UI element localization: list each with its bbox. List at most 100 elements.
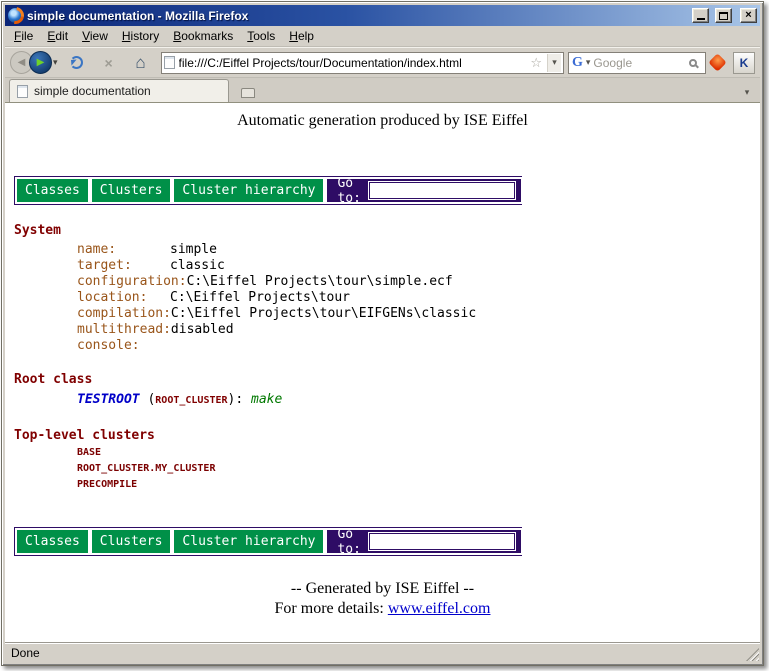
addon-icon-k[interactable]: K <box>733 52 755 74</box>
forward-button[interactable]: ▶ <box>29 51 52 74</box>
system-row: configuration:C:\Eiffel Projects\tour\si… <box>77 274 760 290</box>
new-tab-button[interactable] <box>235 83 261 102</box>
goto-label: Go to: <box>337 176 360 206</box>
tab-list-dropdown[interactable]: ▾ <box>738 82 756 102</box>
goto-input[interactable] <box>369 182 515 199</box>
cluster-hierarchy-button[interactable]: Cluster hierarchy <box>172 177 325 204</box>
system-row: compilation:C:\Eiffel Projects\tour\EIFG… <box>77 306 760 322</box>
system-key: configuration: <box>77 274 187 289</box>
minimize-icon <box>697 18 705 20</box>
menu-item-edit[interactable]: Edit <box>40 27 75 45</box>
system-rows: name:simple target:classic configuration… <box>77 242 760 354</box>
url-input[interactable] <box>179 56 526 70</box>
stop-button[interactable]: × <box>97 51 121 75</box>
close-button[interactable]: × <box>740 8 757 23</box>
maximize-icon <box>719 12 728 20</box>
home-icon: ⌂ <box>135 53 145 73</box>
root-paren-close: ): <box>228 392 251 407</box>
page-favicon <box>164 56 175 69</box>
system-value: classic <box>170 258 225 273</box>
tab-label: simple documentation <box>34 84 151 98</box>
system-key: compilation: <box>77 306 171 321</box>
search-icon[interactable] <box>689 59 697 67</box>
goto-section: Go to: <box>325 528 522 555</box>
doc-navbar-bottom: Classes Clusters Cluster hierarchy Go to… <box>14 527 522 556</box>
system-key: console: <box>77 338 170 353</box>
details-line: For more details: www.eiffel.com <box>5 600 760 618</box>
history-dropdown-icon[interactable]: ▾ <box>52 57 61 68</box>
cluster-link-precompile[interactable]: PRECOMPILE <box>77 479 760 495</box>
reload-button[interactable] <box>65 51 89 75</box>
firefox-icon <box>8 8 23 23</box>
classes-button[interactable]: Classes <box>15 528 90 555</box>
resize-grip[interactable] <box>746 648 759 661</box>
system-row: console: <box>77 338 760 354</box>
system-row: location:C:\Eiffel Projects\tour <box>77 290 760 306</box>
cluster-hierarchy-button[interactable]: Cluster hierarchy <box>172 528 325 555</box>
goto-section: Go to: <box>325 177 522 204</box>
cluster-link-base[interactable]: BASE <box>77 447 760 463</box>
window-titlebar[interactable]: simple documentation - Mozilla Firefox × <box>5 5 760 26</box>
system-row: multithread:disabled <box>77 322 760 338</box>
classes-button[interactable]: Classes <box>15 177 90 204</box>
menu-item-file[interactable]: File <box>7 27 40 45</box>
menu-item-history[interactable]: History <box>115 27 166 45</box>
doc-navbar-top: Classes Clusters Cluster hierarchy Go to… <box>14 176 522 205</box>
window-title: simple documentation - Mozilla Firefox <box>27 9 686 23</box>
search-engine-dropdown-icon[interactable]: ▾ <box>586 57 591 68</box>
menu-item-help[interactable]: Help <box>282 27 321 45</box>
clusters-button[interactable]: Clusters <box>90 177 173 204</box>
tab-favicon <box>17 85 28 98</box>
page-title: Automatic generation produced by ISE Eif… <box>5 112 760 130</box>
tab-simple-documentation[interactable]: simple documentation <box>9 79 229 102</box>
system-value: C:\Eiffel Projects\tour\simple.ecf <box>187 274 453 289</box>
system-key: target: <box>77 258 170 273</box>
goto-label: Go to: <box>337 527 360 557</box>
system-row: name:simple <box>77 242 760 258</box>
reload-icon <box>70 56 83 69</box>
root-class-heading: Root class <box>14 372 760 387</box>
cluster-list: BASE ROOT_CLUSTER.MY_CLUSTER PRECOMPILE <box>77 447 760 495</box>
status-text: Done <box>11 646 40 660</box>
home-button[interactable]: ⌂ <box>129 51 153 75</box>
menu-item-bookmarks[interactable]: Bookmarks <box>166 27 240 45</box>
system-value: simple <box>170 242 217 257</box>
google-logo-icon: G <box>572 55 583 71</box>
stop-icon: × <box>104 55 112 71</box>
minimize-button[interactable] <box>692 8 709 23</box>
navigation-toolbar: ◀ ▶ ▾ × ⌂ ☆ ▾ G ▾ K <box>5 47 760 78</box>
system-value: C:\Eiffel Projects\tour <box>170 290 350 305</box>
root-cluster-name: ROOT_CLUSTER <box>155 395 227 406</box>
clusters-button[interactable]: Clusters <box>90 528 173 555</box>
system-key: location: <box>77 290 170 305</box>
generated-line: -- Generated by ISE Eiffel -- <box>5 580 760 598</box>
addon-icon-red[interactable] <box>708 53 726 71</box>
menubar: File Edit View History Bookmarks Tools H… <box>5 26 760 47</box>
root-paren-open: ( <box>140 392 156 407</box>
root-class-line: TESTROOT (ROOT_CLUSTER): make <box>77 392 760 410</box>
search-input[interactable] <box>593 56 686 70</box>
system-value: C:\Eiffel Projects\tour\EIFGENs\classic <box>171 306 476 321</box>
cluster-link-root-cluster-my-cluster[interactable]: ROOT_CLUSTER.MY_CLUSTER <box>77 463 760 479</box>
system-row: target:classic <box>77 258 760 274</box>
menu-item-view[interactable]: View <box>75 27 115 45</box>
system-value: disabled <box>171 322 234 337</box>
status-bar: Done <box>5 643 760 662</box>
tab-strip: simple documentation ▾ <box>5 78 760 103</box>
url-dropdown-button[interactable]: ▾ <box>547 54 561 72</box>
root-class-link[interactable]: TESTROOT <box>77 392 140 407</box>
root-feature-link[interactable]: make <box>251 392 282 407</box>
new-tab-icon <box>241 88 255 98</box>
search-box: G ▾ <box>568 52 706 74</box>
system-heading: System <box>14 223 760 238</box>
screen: simple documentation - Mozilla Firefox ×… <box>0 0 769 671</box>
browser-window: simple documentation - Mozilla Firefox ×… <box>1 1 764 666</box>
eiffel-link[interactable]: www.eiffel.com <box>388 600 491 617</box>
maximize-button[interactable] <box>715 8 732 23</box>
clusters-heading: Top-level clusters <box>14 428 760 443</box>
menu-item-tools[interactable]: Tools <box>240 27 282 45</box>
details-prefix: For more details: <box>275 600 388 617</box>
bookmark-star-icon[interactable]: ☆ <box>529 55 543 71</box>
goto-input[interactable] <box>369 533 515 550</box>
system-key: name: <box>77 242 170 257</box>
